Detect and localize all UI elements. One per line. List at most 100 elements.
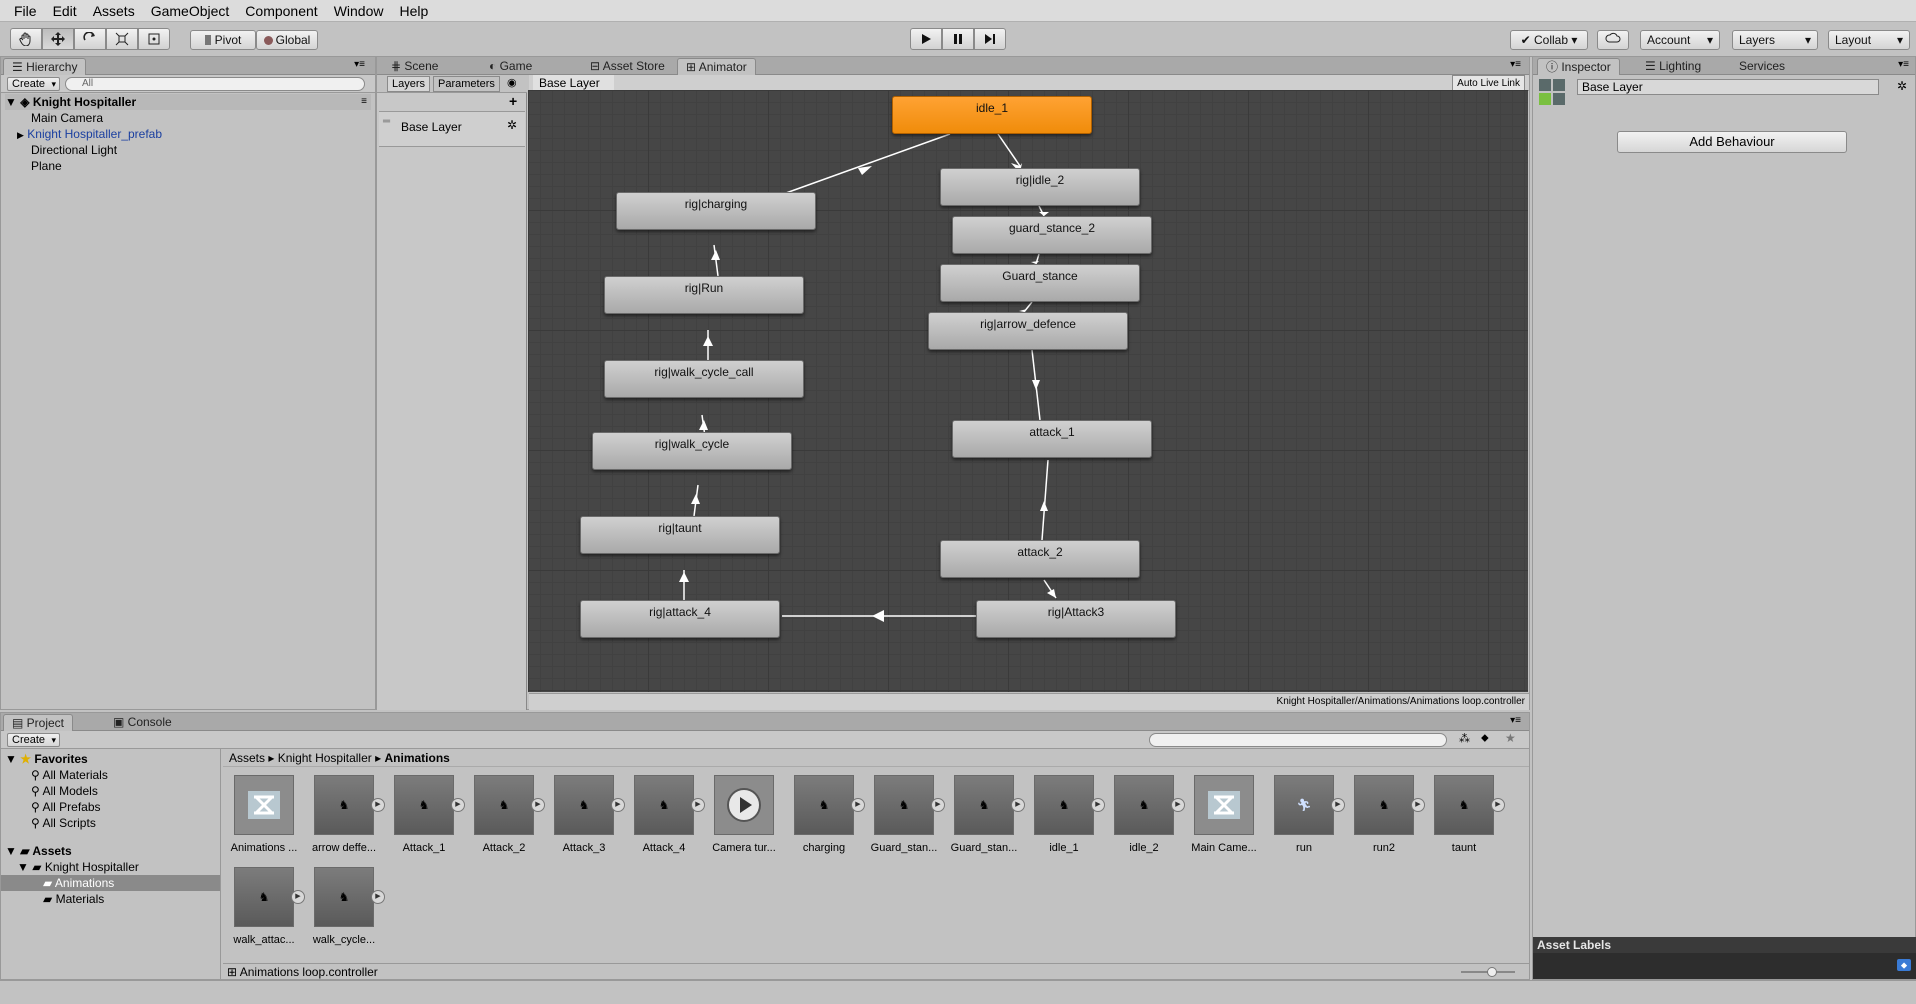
account-dropdown[interactable]: Account ▾	[1640, 30, 1720, 50]
folder-animations[interactable]: ▰ Animations	[1, 875, 220, 891]
tag-icon[interactable]: ⬥	[1897, 959, 1911, 971]
state-rig-charging[interactable]: rig|charging	[616, 192, 816, 230]
tab-project[interactable]: ▤ Project	[3, 714, 74, 731]
state-guard-stance[interactable]: Guard_stance	[940, 264, 1140, 302]
state-rig-walk-cycle-call[interactable]: rig|walk_cycle_call	[604, 360, 804, 398]
asset-item[interactable]: Camera tur...	[707, 775, 781, 855]
asset-item[interactable]: ♞ ▶ Guard_stan...	[947, 775, 1025, 855]
global-toggle[interactable]: Global	[256, 30, 318, 50]
asset-item[interactable]: ♞ ▶ arrow deffe...	[307, 775, 385, 855]
asset-item[interactable]: ♞ ▶ idle_1	[1027, 775, 1105, 855]
breadcrumb-animations[interactable]: Animations	[384, 751, 449, 765]
expand-icon[interactable]: ▶	[451, 798, 465, 812]
panel-menu-icon[interactable]: ▾≡	[1510, 715, 1521, 726]
menu-window[interactable]: Window	[326, 0, 392, 22]
expand-icon[interactable]: ▶	[1491, 798, 1505, 812]
expand-arrow-icon[interactable]: ▶	[17, 130, 24, 140]
state-rig-run[interactable]: rig|Run	[604, 276, 804, 314]
eye-icon[interactable]: ◉	[507, 76, 517, 89]
state-machine-graph[interactable]: idle_1 rig|idle_2 guard_stance_2 Guard_s…	[528, 90, 1528, 692]
asset-item[interactable]: ♞ ▶ Guard_stan...	[867, 775, 945, 855]
panel-menu-icon[interactable]: ▾≡	[1510, 59, 1521, 70]
favorites-row[interactable]: ▼ ★ Favorites	[5, 751, 88, 767]
menu-assets[interactable]: Assets	[85, 0, 143, 22]
scene-row[interactable]: ▼ ◈ Knight Hospitaller ≡	[5, 94, 371, 110]
state-rig-taunt[interactable]: rig|taunt	[580, 516, 780, 554]
state-rig-attack-4[interactable]: rig|attack_4	[580, 600, 780, 638]
expand-icon[interactable]: ▶	[291, 890, 305, 904]
add-layer-icon[interactable]: +	[509, 93, 517, 109]
pivot-toggle[interactable]: Pivot	[190, 30, 256, 50]
favorite-item[interactable]: ⚲ All Materials	[31, 767, 108, 783]
expand-icon[interactable]: ▶	[931, 798, 945, 812]
auto-live-link-toggle[interactable]: Auto Live Link	[1452, 75, 1525, 91]
asset-item[interactable]: Animations ...	[227, 775, 301, 855]
filter-label-icon[interactable]: ⬥	[1481, 732, 1489, 745]
menu-gameobject[interactable]: GameObject	[143, 0, 238, 22]
drag-handle-icon[interactable]: ═	[383, 116, 390, 127]
state-guard-stance-2[interactable]: guard_stance_2	[952, 216, 1152, 254]
asset-item[interactable]: ♞ ▶ idle_2	[1107, 775, 1185, 855]
hierarchy-search-input[interactable]: All	[65, 77, 365, 91]
tab-lighting[interactable]: ☰ Lighting	[1637, 58, 1709, 75]
rect-tool-icon[interactable]	[138, 28, 170, 50]
asset-item[interactable]: ♞ ▶ walk_cycle...	[307, 867, 385, 947]
state-attack-2[interactable]: attack_2	[940, 540, 1140, 578]
expand-arrow-icon[interactable]: ▼	[5, 95, 17, 109]
hierarchy-item-prefab[interactable]: ▶ Knight Hospitaller_prefab	[17, 126, 162, 142]
asset-item[interactable]: ♞ ▶ walk_attac...	[227, 867, 305, 947]
favorite-item[interactable]: ⚲ All Models	[31, 783, 98, 799]
tab-game[interactable]: ◐ Game	[481, 58, 540, 75]
folder-materials[interactable]: ▰ Materials	[43, 891, 104, 907]
expand-icon[interactable]: ▶	[1171, 798, 1185, 812]
expand-icon[interactable]: ▶	[851, 798, 865, 812]
filter-type-icon[interactable]: ⁂	[1459, 732, 1470, 745]
expand-arrow-icon[interactable]: ▼	[5, 844, 17, 858]
cloud-button[interactable]	[1597, 30, 1629, 50]
panel-menu-icon[interactable]: ▾≡	[1898, 59, 1909, 70]
breadcrumb-knight[interactable]: Knight Hospitaller	[278, 751, 372, 765]
asset-item[interactable]: ♞ ▶ charging	[787, 775, 865, 855]
expand-icon[interactable]: ▶	[371, 798, 385, 812]
menu-help[interactable]: Help	[391, 0, 436, 22]
state-rig-walk-cycle[interactable]: rig|walk_cycle	[592, 432, 792, 470]
move-tool-icon[interactable]	[42, 28, 74, 50]
hierarchy-item[interactable]: Directional Light	[31, 142, 117, 158]
menu-component[interactable]: Component	[237, 0, 325, 22]
tab-scene[interactable]: ⋕ Scene	[383, 58, 446, 75]
asset-item[interactable]: 🏃︎ ▶ run	[1267, 775, 1345, 855]
project-create-dropdown[interactable]: Create	[7, 733, 61, 747]
hierarchy-item[interactable]: Main Camera	[31, 110, 103, 126]
menu-edit[interactable]: Edit	[45, 0, 85, 22]
tab-inspector[interactable]: ⓘ Inspector	[1537, 58, 1620, 75]
state-rig-idle-2[interactable]: rig|idle_2	[940, 168, 1140, 206]
layout-dropdown[interactable]: Layout ▾	[1828, 30, 1910, 50]
asset-item[interactable]: Main Came...	[1187, 775, 1261, 855]
asset-item[interactable]: ♞ ▶ taunt	[1427, 775, 1505, 855]
favorite-star-icon[interactable]: ★	[1505, 731, 1516, 745]
add-behaviour-button[interactable]: Add Behaviour	[1617, 131, 1847, 153]
tab-console[interactable]: ▣ Console	[105, 714, 180, 731]
expand-icon[interactable]: ▶	[1011, 798, 1025, 812]
expand-icon[interactable]: ▶	[691, 798, 705, 812]
asset-item[interactable]: ♞ ▶ Attack_4	[627, 775, 705, 855]
asset-item[interactable]: ♞ ▶ run2	[1347, 775, 1425, 855]
transition-arrow[interactable]	[785, 133, 951, 194]
expand-icon[interactable]: ▶	[371, 890, 385, 904]
asset-item[interactable]: ♞ ▶ Attack_1	[387, 775, 465, 855]
tab-animator[interactable]: ⊞ Animator	[677, 58, 756, 75]
gear-icon[interactable]: ✲	[507, 118, 517, 132]
zoom-slider[interactable]	[1461, 967, 1515, 977]
asset-item[interactable]: ♞ ▶ Attack_2	[467, 775, 545, 855]
tab-services[interactable]: Services	[1731, 58, 1793, 75]
expand-arrow-icon[interactable]: ▼	[17, 860, 29, 874]
zoom-slider-thumb[interactable]	[1487, 967, 1497, 977]
expand-icon[interactable]: ▶	[1411, 798, 1425, 812]
tab-layers[interactable]: Layers	[387, 76, 431, 92]
menu-file[interactable]: File	[6, 0, 45, 22]
tab-asset-store[interactable]: ⊟ Asset Store	[582, 58, 673, 75]
state-rig-arrow-defence[interactable]: rig|arrow_defence	[928, 312, 1128, 350]
expand-icon[interactable]: ▶	[531, 798, 545, 812]
assets-row[interactable]: ▼ ▰ Assets	[5, 843, 72, 859]
breadcrumb[interactable]: Base Layer	[533, 75, 614, 91]
